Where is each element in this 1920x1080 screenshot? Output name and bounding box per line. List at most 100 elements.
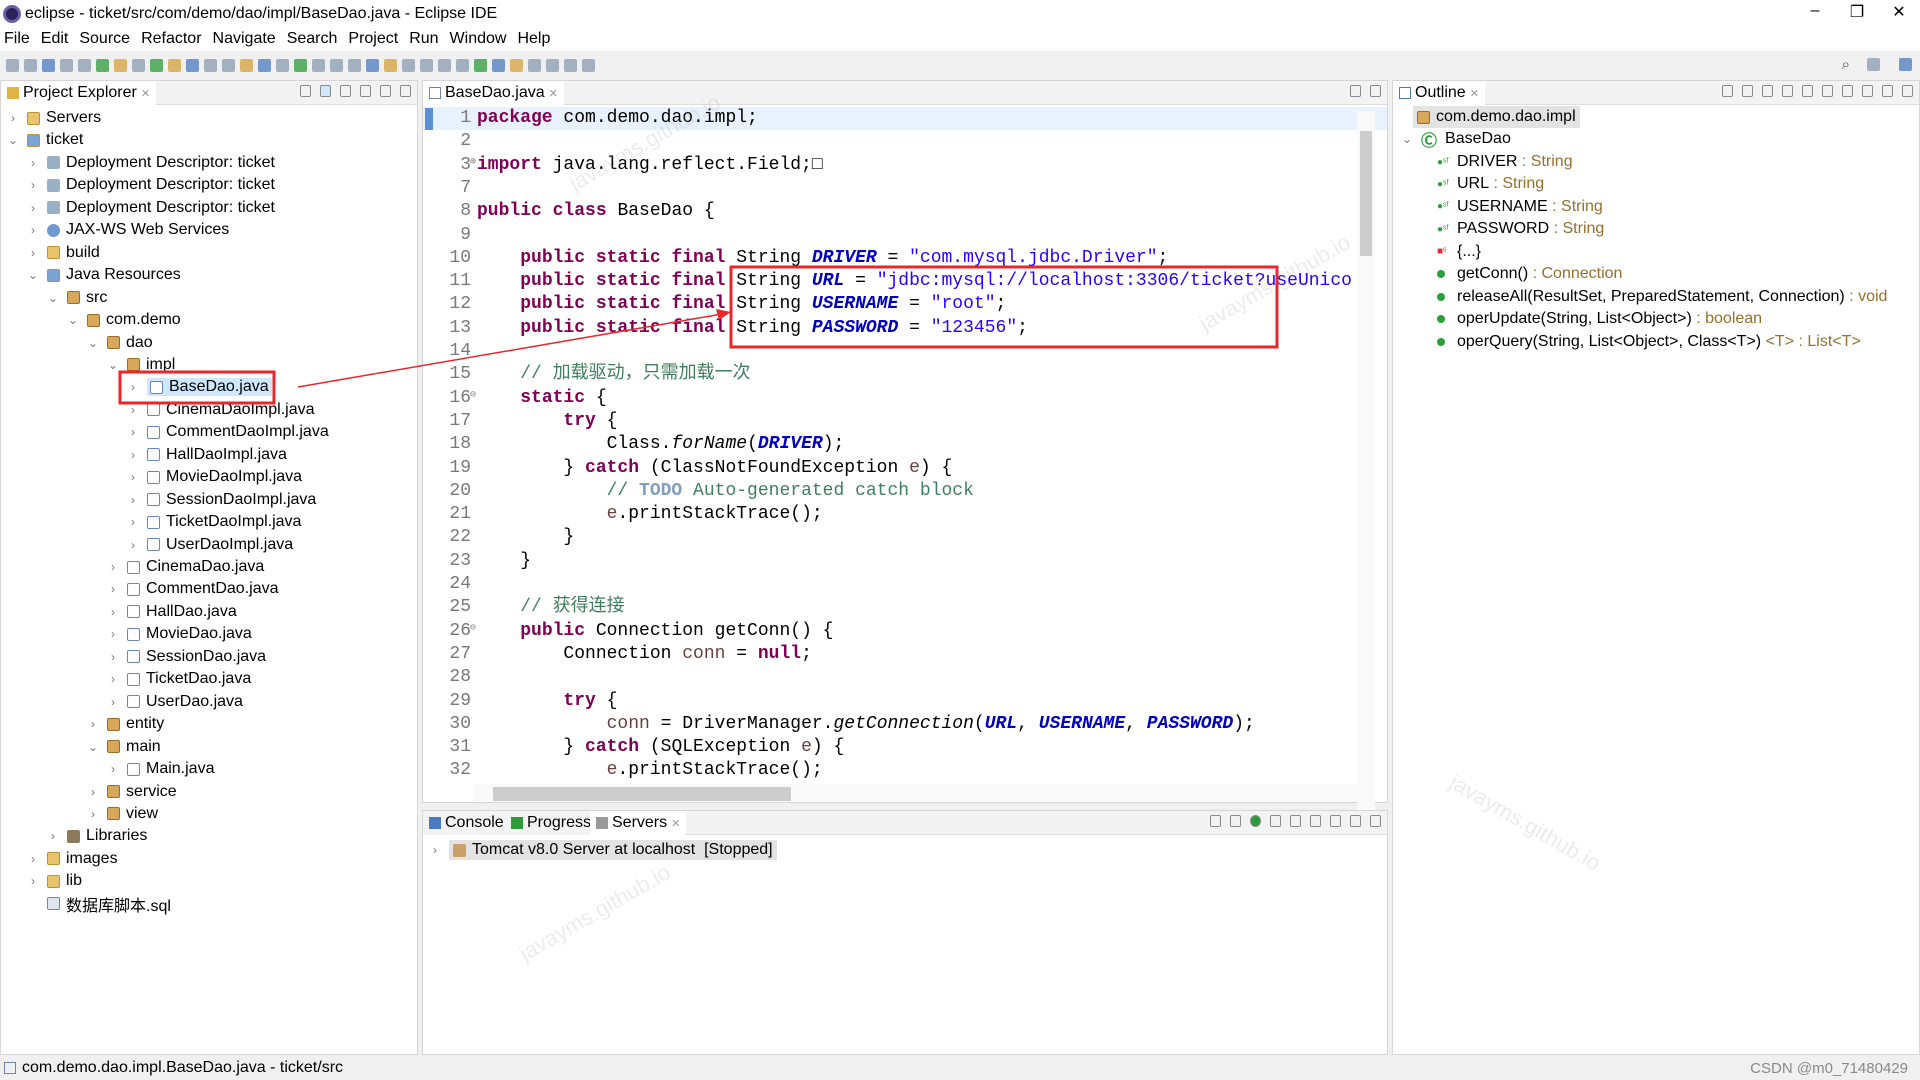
menu-file[interactable]: File [4, 30, 30, 48]
tree-item[interactable]: › BaseDao.java [127, 376, 272, 398]
chevron-right-icon[interactable]: › [87, 785, 99, 799]
toolbar-button-icon[interactable] [168, 58, 181, 72]
menu-project[interactable]: Project [348, 30, 398, 48]
chevron-right-icon[interactable]: › [127, 448, 139, 462]
chevron-right-icon[interactable]: › [27, 852, 39, 866]
hide-local-types-icon[interactable] [1842, 85, 1853, 97]
tree-item[interactable]: › service [87, 781, 177, 803]
chevron-down-icon[interactable]: ⌄ [47, 291, 59, 305]
toolbar-button-icon[interactable] [78, 58, 91, 72]
tree-item[interactable]: ⌄ src [47, 287, 107, 309]
chevron-down-icon[interactable]: ⌄ [27, 268, 39, 282]
collapse-all-icon[interactable] [300, 85, 311, 97]
tree-item[interactable]: › JAX-WS Web Services [27, 219, 229, 241]
minimize-icon[interactable] [1350, 85, 1361, 97]
chevron-right-icon[interactable]: › [127, 425, 139, 439]
toolbar-button-icon[interactable] [582, 58, 595, 72]
tree-item[interactable]: › CommentDao.java [107, 578, 279, 600]
tab-servers[interactable]: Servers ✕ [590, 811, 687, 835]
maximize-icon[interactable] [1370, 815, 1381, 827]
outline-member[interactable]: ●ˢᶠ USERNAME : String [1437, 196, 1603, 218]
toolbar-button-icon[interactable] [564, 58, 577, 72]
toolbar-button-icon[interactable] [258, 58, 271, 72]
menu-window[interactable]: Window [450, 30, 507, 48]
chevron-right-icon[interactable]: › [429, 843, 441, 857]
toolbar-button-icon[interactable] [420, 58, 433, 72]
toolbar-button-icon[interactable] [456, 58, 469, 72]
focus-icon[interactable] [1722, 85, 1733, 97]
toolbar-button-icon[interactable] [402, 58, 415, 72]
restore-button[interactable]: ❐ [1842, 2, 1872, 22]
minimize-button[interactable]: – [1800, 2, 1830, 20]
toolbar-button-icon[interactable] [24, 58, 37, 72]
chevron-right-icon[interactable]: › [127, 515, 139, 529]
chevron-right-icon[interactable]: › [107, 605, 119, 619]
menu-help[interactable]: Help [517, 30, 550, 48]
search-icon[interactable]: ⌕ [1842, 56, 1850, 73]
server-row[interactable]: › Tomcat v8.0 Server at localhost [Stopp… [429, 839, 777, 861]
menu-source[interactable]: Source [79, 30, 130, 48]
maximize-icon[interactable] [1370, 85, 1381, 97]
outline-member[interactable]: operQuery(String, List<Object>, Class<T>… [1437, 331, 1861, 353]
collapse-all-icon[interactable] [1742, 85, 1753, 97]
tree-item[interactable]: › SessionDaoImpl.java [127, 489, 316, 511]
tab-basedao-java[interactable]: BaseDao.java ✕ [423, 81, 564, 105]
toolbar-button-icon[interactable] [438, 58, 451, 72]
publish-icon[interactable] [1310, 815, 1321, 827]
profile-server-icon[interactable] [1270, 815, 1281, 827]
hide-fields-icon[interactable] [1782, 85, 1793, 97]
toolbar-button-icon[interactable] [6, 58, 19, 72]
tree-item[interactable]: › TicketDaoImpl.java [127, 511, 301, 533]
chevron-right-icon[interactable]: › [127, 470, 139, 484]
tree-item[interactable]: › TicketDao.java [107, 668, 251, 690]
vertical-scrollbar[interactable] [1357, 111, 1375, 862]
outline-class[interactable]: ⌄ Ⓒ BaseDao [1401, 128, 1511, 150]
toolbar-button-icon[interactable] [330, 58, 343, 72]
toolbar-button-icon[interactable] [204, 58, 217, 72]
toolbar-button-icon[interactable] [276, 58, 289, 72]
tree-item[interactable]: › Deployment Descriptor: ticket [27, 174, 275, 196]
tree-item[interactable]: › MovieDao.java [107, 623, 252, 645]
toolbar-button-icon[interactable] [240, 58, 253, 72]
tree-item[interactable]: › UserDaoImpl.java [127, 534, 293, 556]
chevron-right-icon[interactable]: › [107, 695, 119, 709]
open-perspective-icon[interactable] [1867, 58, 1880, 71]
toolbar-button-icon[interactable] [492, 58, 505, 72]
tree-item[interactable]: › CinemaDaoImpl.java [127, 399, 315, 421]
view-menu-icon[interactable] [1330, 815, 1341, 827]
chevron-right-icon[interactable]: › [107, 560, 119, 574]
tree-item[interactable]: › CinemaDao.java [107, 556, 264, 578]
tab-project-explorer[interactable]: Project Explorer ✕ [1, 81, 157, 105]
chevron-right-icon[interactable]: › [27, 201, 39, 215]
tree-item[interactable]: › HallDaoImpl.java [127, 444, 287, 466]
menu-run[interactable]: Run [409, 30, 438, 48]
outline-member[interactable]: ●ˢᶠ DRIVER : String [1437, 151, 1573, 173]
code-area[interactable]: 1 package com.demo.dao.impl; 2 3 ⊕ import jav… [423, 107, 1357, 862]
toolbar-button-icon[interactable] [114, 58, 127, 72]
toolbar-button-icon[interactable] [348, 58, 361, 72]
vertical-scroll-thumb[interactable] [1360, 131, 1372, 256]
chevron-right-icon[interactable]: › [107, 627, 119, 641]
tree-item[interactable]: ⌄ ticket [7, 129, 83, 151]
hide-static-icon[interactable] [1802, 85, 1813, 97]
toolbar-button-icon[interactable] [60, 58, 73, 72]
chevron-right-icon[interactable]: › [87, 717, 99, 731]
close-tab-icon[interactable]: ✕ [141, 87, 150, 100]
chevron-right-icon[interactable]: › [47, 829, 59, 843]
close-tab-icon[interactable]: ✕ [671, 817, 680, 830]
outline-member[interactable]: ●ˢᶠ URL : String [1437, 173, 1544, 195]
chevron-right-icon[interactable]: › [87, 807, 99, 821]
tree-item[interactable]: › MovieDaoImpl.java [127, 466, 302, 488]
tab-console[interactable]: Console [423, 811, 510, 835]
view-menu-icon[interactable] [360, 85, 371, 97]
chevron-right-icon[interactable]: › [7, 111, 19, 125]
chevron-right-icon[interactable]: › [27, 223, 39, 237]
chevron-right-icon[interactable]: › [27, 178, 39, 192]
minimize-icon[interactable] [1882, 85, 1893, 97]
tree-item[interactable]: › view [87, 803, 158, 825]
chevron-down-icon[interactable]: ⌄ [1401, 132, 1413, 146]
menu-refactor[interactable]: Refactor [141, 30, 201, 48]
toolbar-button-icon[interactable] [222, 58, 235, 72]
chevron-right-icon[interactable]: › [127, 538, 139, 552]
chevron-right-icon[interactable]: › [27, 246, 39, 260]
